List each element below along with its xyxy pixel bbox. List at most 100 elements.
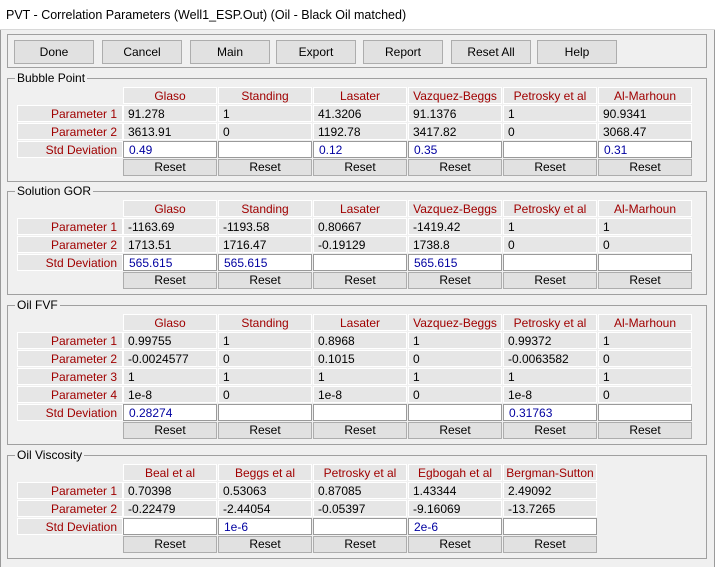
parameter-value[interactable]: 1 [503, 105, 597, 122]
parameter-value[interactable]: 0 [598, 236, 692, 253]
parameter-value[interactable]: 0 [503, 236, 597, 253]
std-deviation-input[interactable] [598, 404, 692, 421]
parameter-value[interactable]: 1 [313, 368, 407, 385]
parameter-value[interactable]: 1 [503, 368, 597, 385]
parameter-value[interactable]: -0.22479 [123, 500, 217, 517]
parameter-value[interactable]: 1e-8 [313, 386, 407, 403]
parameter-value[interactable]: 1.43344 [408, 482, 502, 499]
parameter-value[interactable]: -1163.69 [123, 218, 217, 235]
reset-button[interactable]: Reset [123, 536, 217, 553]
export-button[interactable]: Export [276, 40, 356, 64]
parameter-value[interactable]: -0.0024577 [123, 350, 217, 367]
parameter-value[interactable]: 41.3206 [313, 105, 407, 122]
reset-button[interactable]: Reset [503, 272, 597, 289]
parameter-value[interactable]: 0.53063 [218, 482, 312, 499]
parameter-value[interactable]: 1 [218, 332, 312, 349]
parameter-value[interactable]: 1 [598, 368, 692, 385]
reset-button[interactable]: Reset [313, 272, 407, 289]
parameter-value[interactable]: 91.278 [123, 105, 217, 122]
reset-button[interactable]: Reset [408, 422, 502, 439]
parameter-value[interactable]: 0.99755 [123, 332, 217, 349]
reset-button[interactable]: Reset [503, 422, 597, 439]
std-deviation-input[interactable]: 0.49 [123, 141, 217, 158]
parameter-value[interactable]: 0 [218, 123, 312, 140]
parameter-value[interactable]: 0 [503, 123, 597, 140]
parameter-value[interactable]: 1 [123, 368, 217, 385]
parameter-value[interactable]: 3417.82 [408, 123, 502, 140]
parameter-value[interactable]: 1 [218, 368, 312, 385]
parameter-value[interactable]: 0.1015 [313, 350, 407, 367]
std-deviation-input[interactable] [598, 254, 692, 271]
parameter-value[interactable]: 3068.47 [598, 123, 692, 140]
parameter-value[interactable]: 0 [598, 350, 692, 367]
std-deviation-input[interactable] [218, 404, 312, 421]
reset-button[interactable]: Reset [598, 159, 692, 176]
reset-button[interactable]: Reset [598, 272, 692, 289]
parameter-value[interactable]: -0.0063582 [503, 350, 597, 367]
reset-button[interactable]: Reset [123, 272, 217, 289]
parameter-value[interactable]: -1193.58 [218, 218, 312, 235]
std-deviation-input[interactable]: 565.615 [408, 254, 502, 271]
reset-button[interactable]: Reset [218, 536, 312, 553]
reset-button[interactable]: Reset [313, 159, 407, 176]
reset-all-button[interactable]: Reset All [451, 40, 531, 64]
std-deviation-input[interactable] [313, 518, 407, 535]
reset-button[interactable]: Reset [408, 272, 502, 289]
reset-button[interactable]: Reset [408, 536, 502, 553]
parameter-value[interactable]: 0.80667 [313, 218, 407, 235]
parameter-value[interactable]: 0.70398 [123, 482, 217, 499]
reset-button[interactable]: Reset [313, 536, 407, 553]
parameter-value[interactable]: 1 [218, 105, 312, 122]
reset-button[interactable]: Reset [503, 159, 597, 176]
std-deviation-input[interactable]: 0.12 [313, 141, 407, 158]
cancel-button[interactable]: Cancel [102, 40, 182, 64]
parameter-value[interactable]: 1716.47 [218, 236, 312, 253]
parameter-value[interactable]: 90.9341 [598, 105, 692, 122]
parameter-value[interactable]: 1e-8 [123, 386, 217, 403]
parameter-value[interactable]: 1 [598, 332, 692, 349]
parameter-value[interactable]: -13.7265 [503, 500, 597, 517]
report-button[interactable]: Report [363, 40, 443, 64]
parameter-value[interactable]: 1 [408, 332, 502, 349]
reset-button[interactable]: Reset [218, 422, 312, 439]
reset-button[interactable]: Reset [598, 422, 692, 439]
std-deviation-input[interactable] [408, 404, 502, 421]
parameter-value[interactable]: 0.99372 [503, 332, 597, 349]
parameter-value[interactable]: 0 [218, 386, 312, 403]
help-button[interactable]: Help [537, 40, 617, 64]
parameter-value[interactable]: 1713.51 [123, 236, 217, 253]
std-deviation-input[interactable] [503, 518, 597, 535]
parameter-value[interactable]: 1 [408, 368, 502, 385]
parameter-value[interactable]: 91.1376 [408, 105, 502, 122]
reset-button[interactable]: Reset [218, 159, 312, 176]
reset-button[interactable]: Reset [218, 272, 312, 289]
std-deviation-input[interactable]: 0.31763 [503, 404, 597, 421]
parameter-value[interactable]: -1419.42 [408, 218, 502, 235]
std-deviation-input[interactable]: 0.35 [408, 141, 502, 158]
parameter-value[interactable]: -0.05397 [313, 500, 407, 517]
std-deviation-input[interactable] [218, 141, 312, 158]
parameter-value[interactable]: 2.49092 [503, 482, 597, 499]
std-deviation-input[interactable]: 1e-6 [218, 518, 312, 535]
parameter-value[interactable]: -2.44054 [218, 500, 312, 517]
parameter-value[interactable]: 1192.78 [313, 123, 407, 140]
parameter-value[interactable]: 0 [598, 386, 692, 403]
parameter-value[interactable]: 0.8968 [313, 332, 407, 349]
std-deviation-input[interactable]: 2e-6 [408, 518, 502, 535]
std-deviation-input[interactable]: 0.28274 [123, 404, 217, 421]
parameter-value[interactable]: 1738.8 [408, 236, 502, 253]
std-deviation-input[interactable] [123, 518, 217, 535]
std-deviation-input[interactable] [503, 141, 597, 158]
parameter-value[interactable]: 1e-8 [503, 386, 597, 403]
main-button[interactable]: Main [190, 40, 270, 64]
std-deviation-input[interactable]: 565.615 [218, 254, 312, 271]
std-deviation-input[interactable] [313, 404, 407, 421]
std-deviation-input[interactable]: 565.615 [123, 254, 217, 271]
parameter-value[interactable]: 0.87085 [313, 482, 407, 499]
std-deviation-input[interactable] [313, 254, 407, 271]
parameter-value[interactable]: -9.16069 [408, 500, 502, 517]
parameter-value[interactable]: 1 [598, 218, 692, 235]
reset-button[interactable]: Reset [503, 536, 597, 553]
parameter-value[interactable]: -0.19129 [313, 236, 407, 253]
std-deviation-input[interactable]: 0.31 [598, 141, 692, 158]
